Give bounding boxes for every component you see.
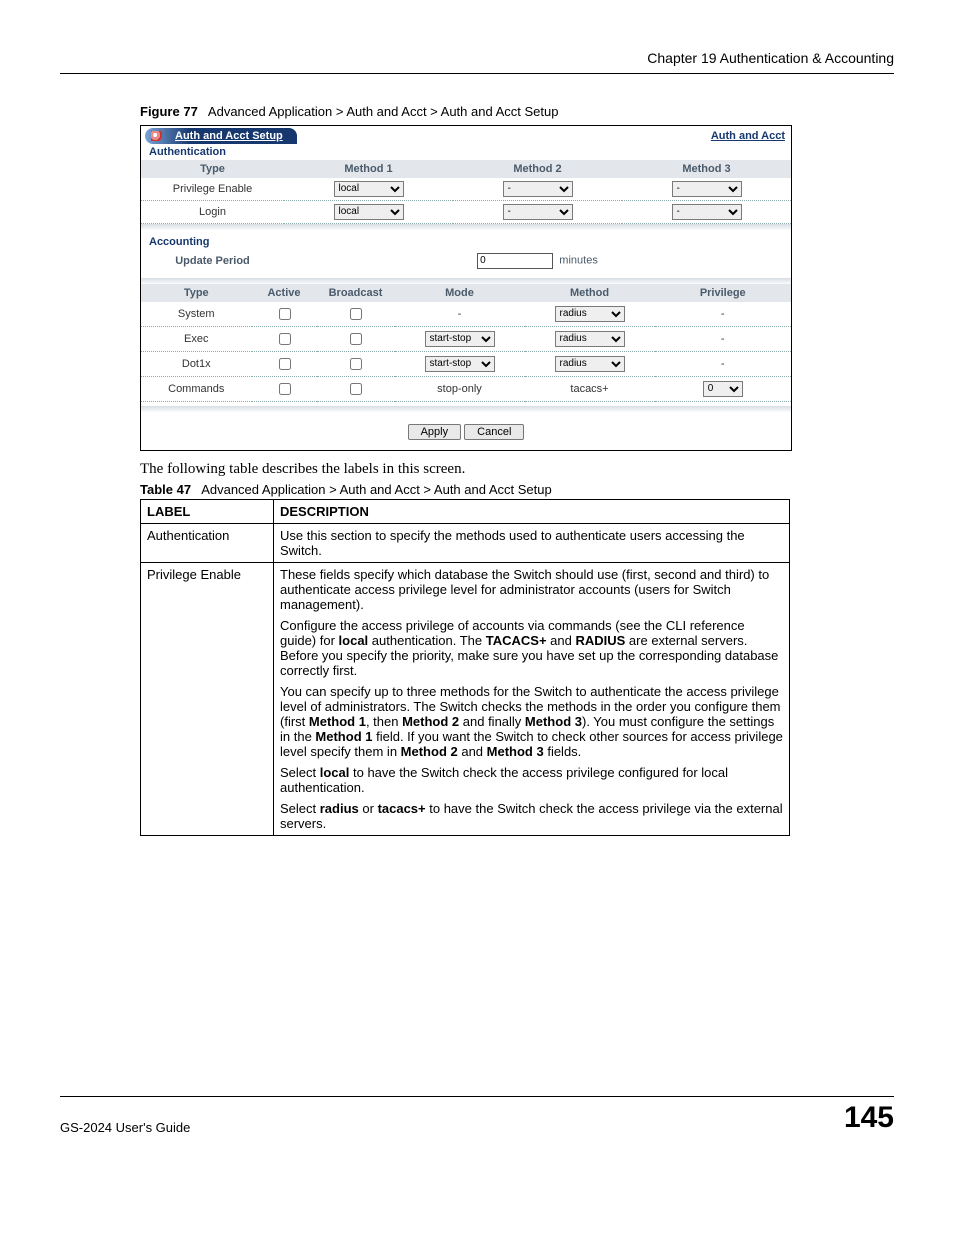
- acct-row-label: Commands: [141, 376, 252, 401]
- commands-method-text: tacacs+: [525, 376, 655, 401]
- accounting-section-label: Accounting: [141, 230, 791, 250]
- commands-mode-text: stop-only: [395, 376, 525, 401]
- commands-broadcast-checkbox[interactable]: [350, 383, 362, 395]
- dot1x-mode-select[interactable]: start-stop: [425, 356, 495, 372]
- dot1x-broadcast-checkbox[interactable]: [350, 358, 362, 370]
- table-caption: Table 47 Advanced Application > Auth and…: [140, 482, 894, 497]
- desc-text: Use this section to specify the methods …: [274, 523, 790, 562]
- desc-header-label: LABEL: [141, 499, 274, 523]
- update-period-input[interactable]: [477, 253, 553, 269]
- update-period-row: Update Period minutes: [141, 250, 791, 272]
- dot1x-method-select[interactable]: radius: [555, 356, 625, 372]
- accounting-table: Type Active Broadcast Mode Method Privil…: [141, 284, 791, 402]
- commands-privilege-select[interactable]: 0: [703, 381, 743, 397]
- description-table: LABEL DESCRIPTION Authentication Use thi…: [140, 499, 790, 836]
- exec-mode-select[interactable]: start-stop: [425, 331, 495, 347]
- update-period-unit: minutes: [559, 254, 598, 266]
- dot1x-privilege-text: -: [655, 351, 792, 376]
- chapter-header: Chapter 19 Authentication & Accounting: [60, 50, 894, 66]
- desc-row-authentication: Authentication Use this section to speci…: [141, 523, 790, 562]
- acct-header-broadcast: Broadcast: [317, 284, 395, 302]
- acct-row-label: Exec: [141, 326, 252, 351]
- acct-row-commands: Commands stop-only tacacs+ 0: [141, 376, 791, 401]
- acct-row-label: System: [141, 302, 252, 327]
- desc-label: Privilege Enable: [141, 562, 274, 835]
- figure-text: Advanced Application > Auth and Acct > A…: [208, 104, 559, 119]
- auth-header-type: Type: [141, 160, 284, 178]
- exec-method-select[interactable]: radius: [555, 331, 625, 347]
- login-method1-select[interactable]: local: [334, 204, 404, 220]
- exec-privilege-text: -: [655, 326, 792, 351]
- footer-guide: GS-2024 User's Guide: [60, 1120, 190, 1135]
- authentication-table: Type Method 1 Method 2 Method 3 Privileg…: [141, 160, 791, 224]
- header-rule: [60, 73, 894, 74]
- desc-header-description: DESCRIPTION: [274, 499, 790, 523]
- acct-row-exec: Exec start-stop radius -: [141, 326, 791, 351]
- auth-row-label: Privilege Enable: [141, 178, 284, 201]
- authentication-section-label: Authentication: [141, 144, 791, 160]
- login-method3-select[interactable]: -: [672, 204, 742, 220]
- auth-row-label: Login: [141, 200, 284, 223]
- system-mode-text: -: [395, 302, 525, 327]
- privilege-enable-method3-select[interactable]: -: [672, 181, 742, 197]
- auth-row-privilege-enable: Privilege Enable local - -: [141, 178, 791, 201]
- privilege-enable-method2-select[interactable]: -: [503, 181, 573, 197]
- exec-active-checkbox[interactable]: [279, 333, 291, 345]
- acct-header-method: Method: [525, 284, 655, 302]
- auth-row-login: Login local - -: [141, 200, 791, 223]
- title-bar: Auth and Acct Setup Auth and Acct: [141, 126, 791, 144]
- acct-header-privilege: Privilege: [655, 284, 792, 302]
- system-active-checkbox[interactable]: [279, 308, 291, 320]
- desc-header-row: LABEL DESCRIPTION: [141, 499, 790, 523]
- acct-row-label: Dot1x: [141, 351, 252, 376]
- table-number: Table 47: [140, 482, 191, 497]
- auth-and-acct-link[interactable]: Auth and Acct: [711, 130, 785, 142]
- desc-row-privilege-enable: Privilege Enable These fields specify wh…: [141, 562, 790, 835]
- dot1x-active-checkbox[interactable]: [279, 358, 291, 370]
- acct-row-system: System - radius -: [141, 302, 791, 327]
- update-period-table: Update Period minutes: [141, 250, 791, 272]
- auth-header-method2: Method 2: [453, 160, 622, 178]
- desc-text: These fields specify which database the …: [274, 562, 790, 835]
- auth-header-method1: Method 1: [284, 160, 453, 178]
- exec-broadcast-checkbox[interactable]: [350, 333, 362, 345]
- panel-title-pill: Auth and Acct Setup: [145, 128, 297, 144]
- cancel-button[interactable]: Cancel: [464, 424, 524, 440]
- footer-page-number: 145: [844, 1101, 894, 1135]
- acct-header-row: Type Active Broadcast Mode Method Privil…: [141, 284, 791, 302]
- button-row: Apply Cancel: [141, 412, 791, 450]
- update-period-label: Update Period: [141, 250, 284, 272]
- table-text: Advanced Application > Auth and Acct > A…: [201, 482, 552, 497]
- acct-header-mode: Mode: [395, 284, 525, 302]
- auth-header-row: Type Method 1 Method 2 Method 3: [141, 160, 791, 178]
- acct-row-dot1x: Dot1x start-stop radius -: [141, 351, 791, 376]
- system-method-select[interactable]: radius: [555, 306, 625, 322]
- apply-button[interactable]: Apply: [408, 424, 462, 440]
- system-broadcast-checkbox[interactable]: [350, 308, 362, 320]
- acct-header-active: Active: [252, 284, 317, 302]
- page-footer: GS-2024 User's Guide 145: [60, 1096, 894, 1135]
- acct-header-type: Type: [141, 284, 252, 302]
- desc-label: Authentication: [141, 523, 274, 562]
- body-paragraph: The following table describes the labels…: [140, 461, 790, 478]
- auth-header-method3: Method 3: [622, 160, 791, 178]
- figure-caption: Figure 77 Advanced Application > Auth an…: [140, 104, 894, 119]
- figure-number: Figure 77: [140, 104, 198, 119]
- screenshot-panel: Auth and Acct Setup Auth and Acct Authen…: [140, 125, 792, 451]
- login-method2-select[interactable]: -: [503, 204, 573, 220]
- system-privilege-text: -: [655, 302, 792, 327]
- commands-active-checkbox[interactable]: [279, 383, 291, 395]
- privilege-enable-method1-select[interactable]: local: [334, 181, 404, 197]
